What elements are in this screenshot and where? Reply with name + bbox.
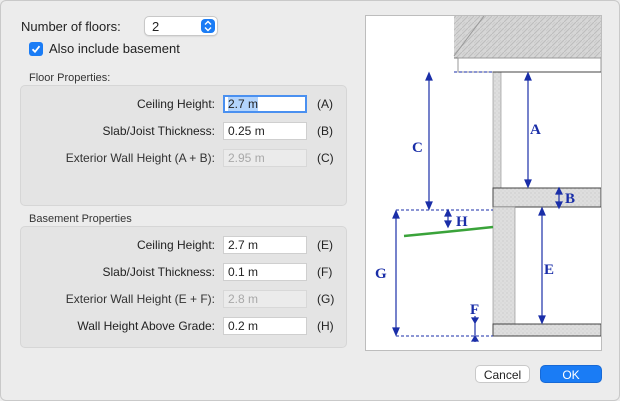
fascia-shape	[457, 57, 602, 73]
floor-ceiling-height-input[interactable]: 2.7 m	[223, 95, 307, 113]
basement-ceiling-height-tag: (E)	[317, 238, 333, 252]
basement-slab-thickness-tag: (F)	[317, 265, 333, 279]
house-properties-dialog: Number of floors: 2 Also include basemen…	[0, 0, 620, 401]
include-basement-checkbox[interactable]	[29, 41, 43, 56]
basement-ceiling-height-row: Ceiling Height: 2.7 m (E)	[21, 236, 346, 254]
floors-row: Number of floors: 2	[21, 16, 218, 36]
floor-exterior-wall-height-row: Exterior Wall Height (A + B): 2.95 m (C)	[21, 149, 346, 167]
basement-properties-group: Ceiling Height: 2.7 m (E) Slab/Joist Thi…	[20, 226, 347, 348]
label-F: F	[470, 302, 479, 318]
floor-ceiling-height-row: Ceiling Height: 2.7 m (A)	[21, 95, 346, 113]
basement-ceiling-height-label: Ceiling Height:	[136, 238, 215, 252]
floor-exterior-wall-height-input: 2.95 m	[223, 149, 307, 167]
house-section-illustration: C A B H G E F	[375, 15, 602, 342]
floor-slab-thickness-tag: (B)	[317, 124, 333, 138]
label-G: G	[375, 266, 387, 282]
include-basement-row[interactable]: Also include basement	[29, 41, 180, 56]
basement-exterior-wall-height-label: Exterior Wall Height (E + F):	[65, 292, 215, 306]
label-B: B	[565, 191, 575, 207]
floors-select[interactable]: 2	[144, 16, 218, 36]
ok-button[interactable]: OK	[540, 365, 602, 383]
basement-exterior-wall-height-input: 2.8 m	[223, 290, 307, 308]
wall-height-above-grade-row: Wall Height Above Grade: 0.2 m (H)	[21, 317, 346, 335]
floor-exterior-wall-height-label: Exterior Wall Height (A + B):	[65, 151, 215, 165]
basement-wall	[492, 206, 516, 325]
floors-select-value: 2	[152, 19, 160, 34]
basement-properties-title: Basement Properties	[29, 213, 132, 225]
basement-slab-thickness-row: Slab/Joist Thickness: 0.1 m (F)	[21, 263, 346, 281]
wall-height-above-grade-label: Wall Height Above Grade:	[77, 319, 215, 333]
floor-slab-thickness-input[interactable]: 0.25 m	[223, 122, 307, 140]
wall-height-above-grade-tag: (H)	[317, 319, 334, 333]
checkmark-icon	[31, 45, 41, 53]
floors-label: Number of floors:	[21, 19, 121, 34]
basement-ceiling-height-input[interactable]: 2.7 m	[223, 236, 307, 254]
cancel-button[interactable]: Cancel	[475, 365, 530, 383]
label-H: H	[456, 214, 468, 230]
wall-height-above-grade-input[interactable]: 0.2 m	[223, 317, 307, 335]
basement-exterior-wall-height-tag: (G)	[317, 292, 335, 306]
floor-ceiling-height-value: 2.7 m	[228, 97, 259, 111]
basement-slab-thickness-label: Slab/Joist Thickness:	[102, 265, 216, 279]
select-stepper-icon	[201, 19, 215, 33]
grade-line	[403, 225, 494, 238]
floor-ceiling-height-tag: (A)	[317, 97, 333, 111]
basement-exterior-wall-height-row: Exterior Wall Height (E + F): 2.8 m (G)	[21, 290, 346, 308]
label-A: A	[530, 122, 541, 138]
basement-slab-thickness-input[interactable]: 0.1 m	[223, 263, 307, 281]
floor-slab-thickness-label: Slab/Joist Thickness:	[102, 124, 216, 138]
roof-shape	[454, 16, 601, 58]
floor-properties-title: Floor Properties:	[29, 72, 111, 84]
basement-slab	[492, 323, 602, 337]
label-C: C	[412, 140, 423, 156]
label-E: E	[544, 262, 554, 278]
upper-wall	[492, 71, 502, 189]
include-basement-label: Also include basement	[49, 41, 180, 56]
section-diagram: C A B H G E F	[365, 15, 602, 351]
floor-slab	[492, 187, 602, 208]
floor-ceiling-height-label: Ceiling Height:	[136, 97, 215, 111]
floor-properties-group: Ceiling Height: 2.7 m (A) Slab/Joist Thi…	[20, 85, 347, 206]
floor-slab-thickness-row: Slab/Joist Thickness: 0.25 m (B)	[21, 122, 346, 140]
floor-exterior-wall-height-tag: (C)	[317, 151, 334, 165]
